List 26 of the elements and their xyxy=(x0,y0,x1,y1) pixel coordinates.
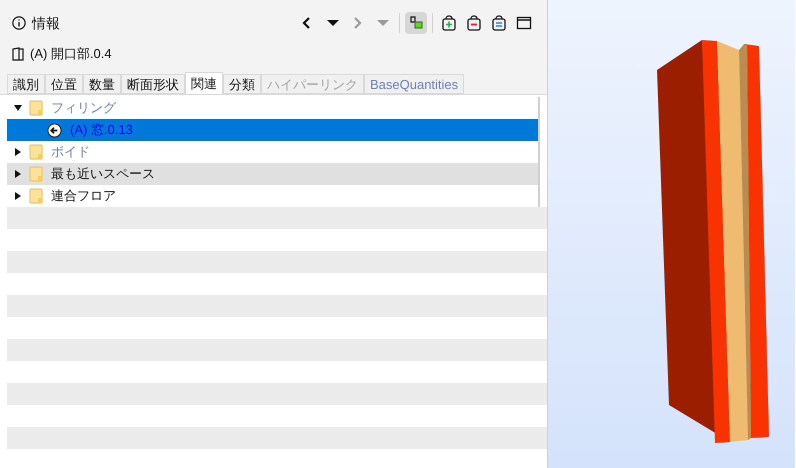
folder-icon xyxy=(29,188,43,204)
tree-item[interactable]: 最も近いスペース xyxy=(7,163,538,185)
tree-item-label: 最も近いスペース xyxy=(51,165,155,184)
tab[interactable]: 関連 xyxy=(185,72,223,94)
tree-item-label: (A) 窓.0.13 xyxy=(70,121,133,140)
door-icon xyxy=(12,47,24,61)
tab[interactable]: 識別 xyxy=(7,74,45,94)
cubes-button[interactable] xyxy=(405,12,427,34)
add-icon xyxy=(441,15,457,31)
element-name: (A) 開口部.0.4 xyxy=(30,45,112,64)
tree-item-label: ボイド xyxy=(51,143,90,162)
tab[interactable]: 数量 xyxy=(83,74,121,94)
cubes-icon xyxy=(408,15,424,31)
equal-icon xyxy=(491,15,507,31)
folder-icon xyxy=(29,144,43,160)
tab[interactable]: 位置 xyxy=(45,74,83,94)
tree-item-label: フィリング xyxy=(51,99,116,118)
tab[interactable]: 断面形状 xyxy=(121,74,185,94)
info-icon xyxy=(12,16,26,30)
tab[interactable]: 分類 xyxy=(223,74,261,94)
tree-item-label: 連合フロア xyxy=(51,187,116,206)
remove-icon xyxy=(466,15,482,31)
folder-icon xyxy=(29,100,43,116)
panel-title: 情報 xyxy=(32,14,60,32)
window-icon xyxy=(516,15,532,31)
folder-icon xyxy=(29,166,43,182)
